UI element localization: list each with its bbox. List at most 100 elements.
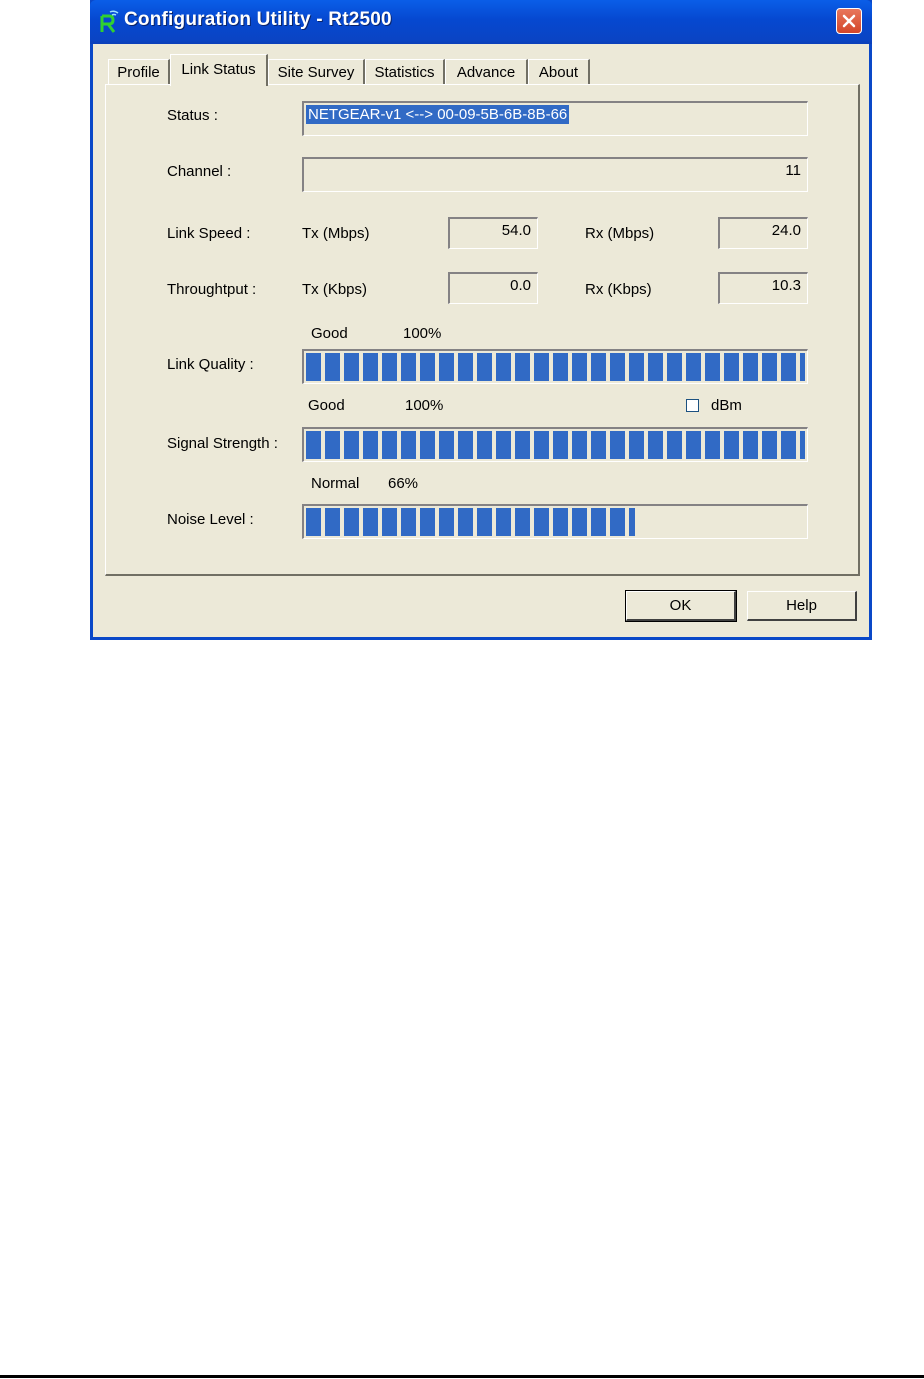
meter-segment [724, 431, 739, 459]
rt-app-icon [99, 10, 119, 34]
tab-profile[interactable]: Profile [108, 59, 170, 85]
meter-segment [363, 353, 378, 381]
throughput-rx-value: 10.3 [771, 277, 801, 294]
configuration-utility-window: Configuration Utility - Rt2500 Profile L… [90, 0, 872, 640]
meter-segment [572, 508, 587, 536]
meter-segment [534, 353, 549, 381]
meter-segment [610, 431, 625, 459]
link-speed-tx-label: Tx (Mbps) [302, 225, 370, 242]
window-client-area: Profile Link Status Site Survey Statisti… [93, 44, 869, 637]
throughput-tx-field: 0.0 [448, 272, 538, 304]
meter-segment [325, 353, 340, 381]
meter-segment [439, 431, 454, 459]
meter-segment [705, 353, 720, 381]
status-label: Status : [167, 107, 218, 124]
meter-segment [458, 508, 473, 536]
meter-segment [629, 353, 644, 381]
meter-segment [306, 508, 321, 536]
signal-strength-percent: 100% [405, 397, 444, 414]
title-bar[interactable]: Configuration Utility - Rt2500 [90, 0, 872, 44]
meter-segment [420, 508, 435, 536]
meter-segment [743, 431, 758, 459]
tab-statistics[interactable]: Statistics [365, 59, 445, 85]
signal-strength-word: Good [308, 397, 345, 414]
meter-segment [648, 431, 663, 459]
tab-about[interactable]: About [528, 59, 590, 85]
meter-segment [629, 508, 635, 536]
signal-strength-label: Signal Strength : [167, 435, 278, 452]
channel-value: 11 [785, 162, 801, 179]
meter-segment [363, 431, 378, 459]
tab-link-status-label: Link Status [181, 61, 256, 78]
meter-segment [496, 508, 511, 536]
meter-segment [401, 353, 416, 381]
meter-segment [363, 508, 378, 536]
tab-profile-label: Profile [117, 64, 160, 81]
meter-segment [496, 431, 511, 459]
meter-segment [553, 508, 568, 536]
meter-segment [306, 353, 321, 381]
close-button[interactable] [836, 8, 862, 34]
channel-field: 11 [302, 157, 808, 192]
meter-segment [382, 431, 397, 459]
meter-segment [439, 508, 454, 536]
throughput-rx-field: 10.3 [718, 272, 808, 304]
meter-segment [325, 431, 340, 459]
meter-segment [800, 431, 805, 459]
link-quality-meter [302, 349, 808, 384]
link-quality-word: Good [311, 325, 348, 342]
meter-segment [344, 353, 359, 381]
status-field[interactable]: NETGEAR-v1 <--> 00-09-5B-6B-8B-66 [302, 101, 808, 136]
link-speed-tx-value: 54.0 [501, 222, 531, 239]
meter-segment [667, 431, 682, 459]
meter-segment [515, 431, 530, 459]
meter-segment [515, 508, 530, 536]
meter-segment [420, 353, 435, 381]
tab-site-survey-label: Site Survey [277, 64, 355, 81]
meter-segment [686, 353, 701, 381]
tab-advance-label: Advance [456, 64, 516, 81]
tab-link-status[interactable]: Link Status [170, 54, 268, 86]
meter-segment [496, 353, 511, 381]
meter-segment [534, 508, 549, 536]
meter-segment [344, 508, 359, 536]
meter-segment [648, 353, 663, 381]
meter-segment [724, 353, 739, 381]
meter-segment [515, 353, 530, 381]
dbm-label: dBm [711, 397, 742, 414]
meter-segment [420, 431, 435, 459]
meter-segment [401, 508, 416, 536]
link-quality-percent: 100% [403, 325, 442, 342]
meter-segment [800, 353, 805, 381]
meter-segment [667, 353, 682, 381]
meter-segment [477, 353, 492, 381]
dbm-checkbox[interactable] [686, 399, 699, 412]
signal-strength-meter [302, 427, 808, 462]
meter-segment [382, 353, 397, 381]
noise-level-percent: 66% [388, 475, 419, 492]
meter-segment [553, 353, 568, 381]
meter-segment [344, 431, 359, 459]
meter-segment [382, 508, 397, 536]
window-title: Configuration Utility - Rt2500 [124, 9, 392, 30]
meter-segment [477, 508, 492, 536]
throughput-rx-label: Rx (Kbps) [585, 281, 652, 298]
throughput-tx-label: Tx (Kbps) [302, 281, 368, 298]
meter-segment [762, 431, 777, 459]
meter-segment [572, 431, 587, 459]
meter-segment [591, 431, 606, 459]
meter-segment [705, 431, 720, 459]
tab-advance[interactable]: Advance [445, 59, 528, 85]
noise-level-label: Noise Level : [167, 511, 254, 528]
meter-segment [762, 353, 777, 381]
page-bottom-rule [0, 1375, 924, 1378]
ok-button[interactable]: OK [625, 590, 737, 622]
meter-segment [591, 508, 606, 536]
meter-segment [553, 431, 568, 459]
tab-site-survey[interactable]: Site Survey [268, 59, 365, 85]
link-quality-label: Link Quality : [167, 356, 254, 373]
help-button[interactable]: Help [747, 591, 857, 621]
meter-segment [458, 431, 473, 459]
meter-segment [401, 431, 416, 459]
meter-segment [477, 431, 492, 459]
